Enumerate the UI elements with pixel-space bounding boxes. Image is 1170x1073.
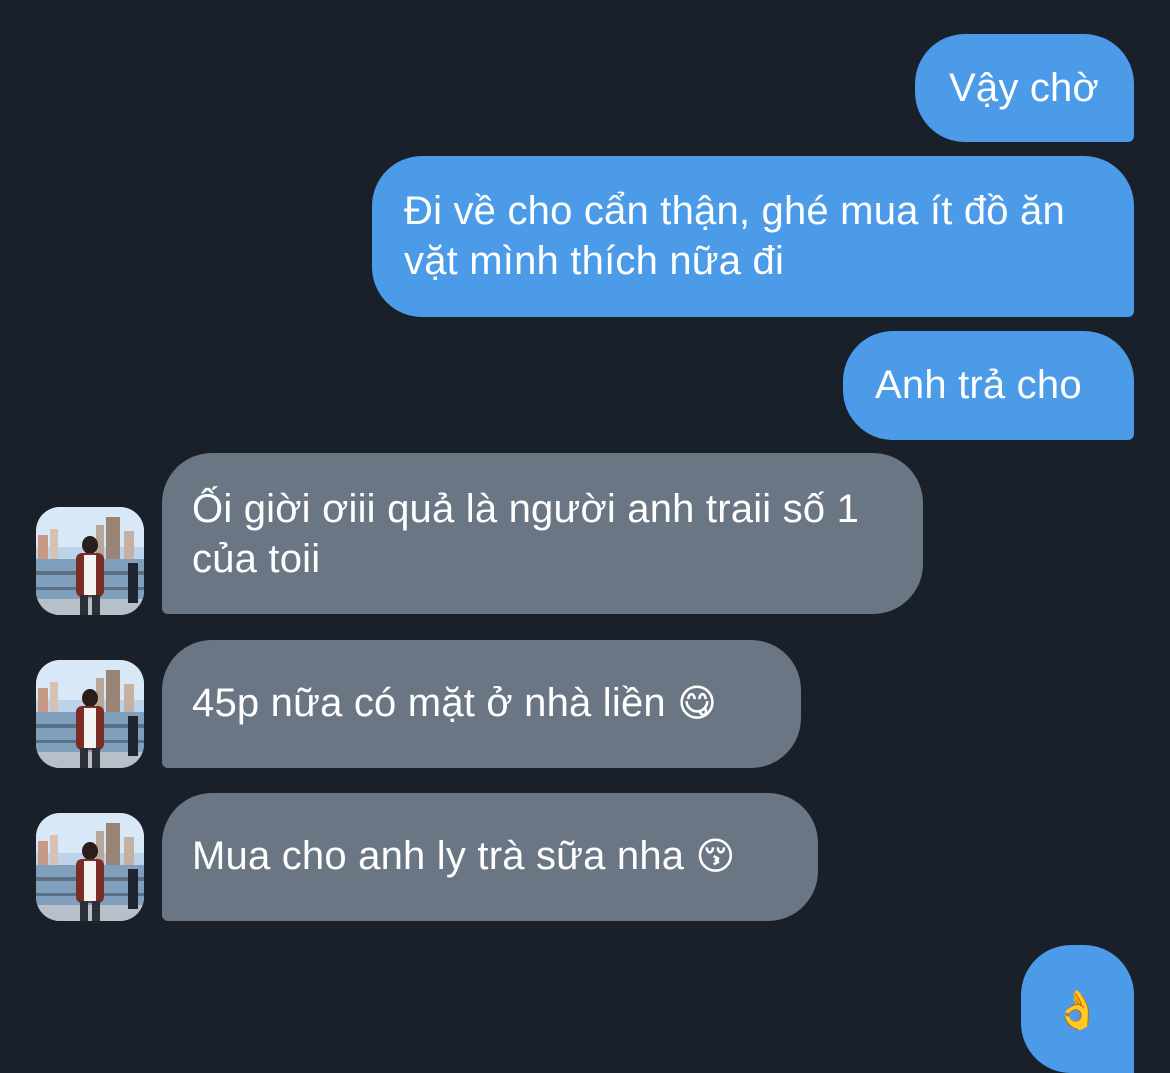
avatar[interactable] bbox=[36, 660, 144, 768]
kissing-face-emoji-icon: 😚 bbox=[695, 834, 736, 878]
message-bubble-received[interactable]: 45p nữa có mặt ở nhà liền 😋 bbox=[162, 640, 801, 768]
message-bubble-sent[interactable]: Anh trả cho bbox=[843, 331, 1134, 440]
message-text: Vậy chờ bbox=[949, 66, 1099, 110]
message-text: Đi về cho cẩn thận, ghé mua ít đồ ăn vặt… bbox=[404, 189, 1065, 283]
message-bubble-sent[interactable]: 👌 bbox=[1021, 945, 1134, 1073]
avatar[interactable] bbox=[36, 813, 144, 921]
message-bubble-sent[interactable]: Vậy chờ bbox=[915, 34, 1134, 142]
savoring-face-emoji-icon: 😋 bbox=[677, 681, 718, 725]
avatar[interactable] bbox=[36, 507, 144, 615]
message-text: Ối giời ơiii quả là người anh traii số 1… bbox=[192, 487, 860, 581]
ok-hand-emoji-icon: 👌 bbox=[1053, 988, 1102, 1032]
message-text: Mua cho anh ly trà sữa nha bbox=[192, 834, 685, 878]
message-text: 45p nữa có mặt ở nhà liền bbox=[192, 681, 666, 725]
message-bubble-received[interactable]: Mua cho anh ly trà sữa nha 😚 bbox=[162, 793, 818, 921]
message-bubble-received[interactable]: Ối giời ơiii quả là người anh traii số 1… bbox=[162, 453, 923, 614]
message-text: Anh trả cho bbox=[875, 363, 1082, 407]
message-bubble-sent[interactable]: Đi về cho cẩn thận, ghé mua ít đồ ăn vặt… bbox=[372, 156, 1134, 317]
